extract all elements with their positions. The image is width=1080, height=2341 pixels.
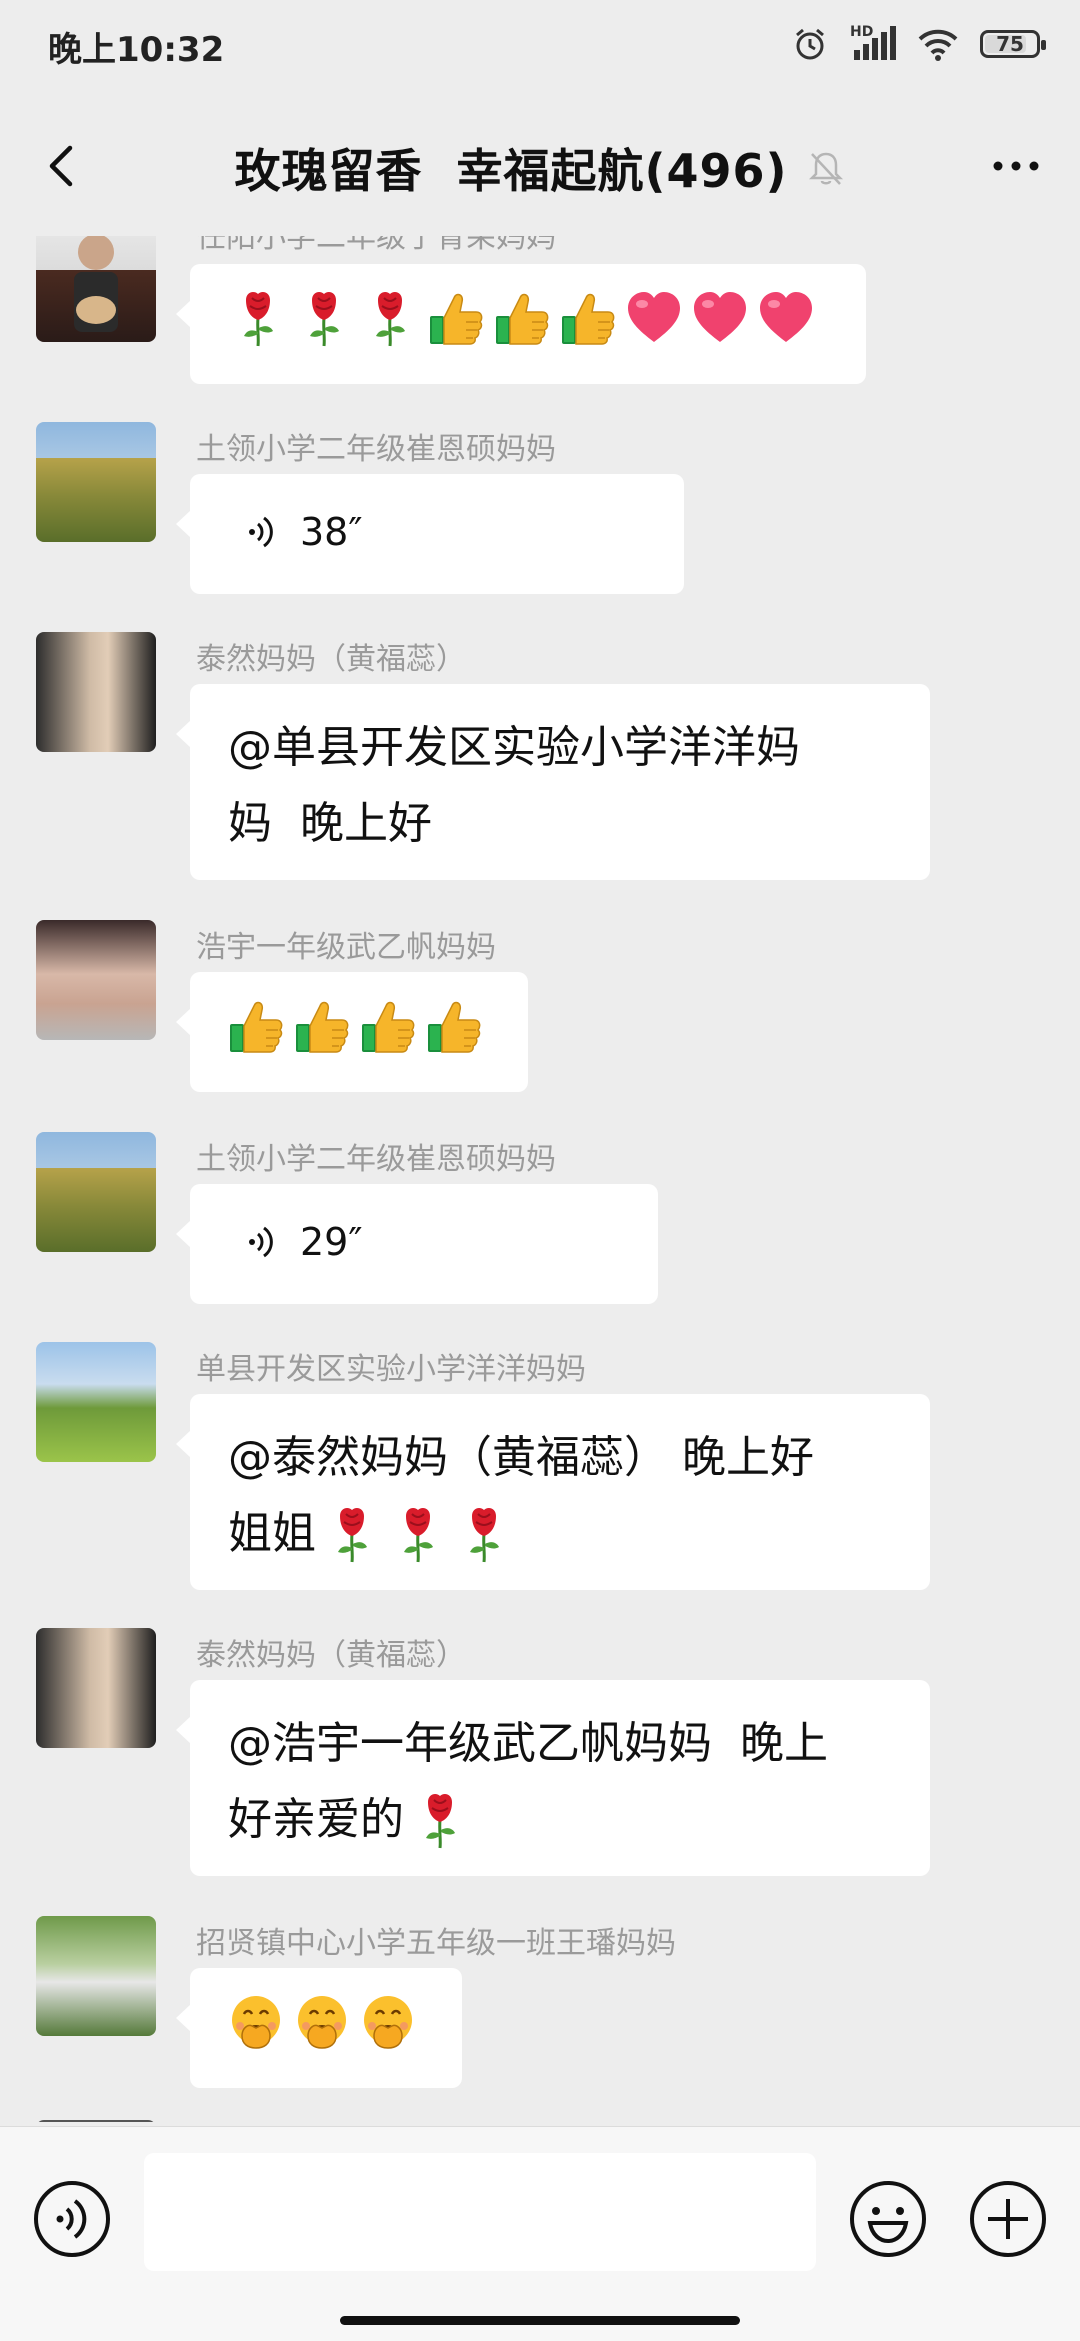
sender-name: 泰然妈妈（黄福蕊） bbox=[196, 1638, 466, 1673]
sender-name: 单县开发区实验小学洋洋妈妈 bbox=[196, 1352, 586, 1387]
voice-message: 29″ bbox=[242, 1208, 606, 1276]
message-bubble[interactable] bbox=[176, 1968, 462, 2088]
avatar[interactable] bbox=[36, 2120, 156, 2122]
emoji-row bbox=[226, 992, 492, 1060]
chat-title-wrap: 玫瑰留香 幸福起航(496) bbox=[0, 136, 1080, 200]
rose-emoji-icon bbox=[410, 1790, 470, 1850]
shushing-face-icon bbox=[292, 1992, 352, 2052]
heart-icon bbox=[690, 288, 750, 348]
voice-playback-icon bbox=[242, 1222, 282, 1262]
avatar[interactable] bbox=[36, 1916, 156, 2036]
message-text-line: 妈 晚上好 bbox=[228, 798, 432, 849]
emoji-row bbox=[226, 1988, 426, 2056]
rose-emoji-icon bbox=[228, 288, 288, 348]
message-text-line: 姐姐 bbox=[228, 1508, 316, 1559]
message-bubble[interactable]: @浩宇一年级武乙帆妈妈 晚上 好亲爱的 bbox=[176, 1680, 930, 1876]
thumbs-up-icon bbox=[424, 996, 484, 1056]
smiley-icon[interactable] bbox=[848, 2179, 928, 2259]
avatar-child-image bbox=[74, 236, 118, 332]
signal-icon: HD bbox=[850, 24, 896, 62]
rose-emoji-icon bbox=[294, 288, 354, 348]
thumbs-up-icon bbox=[292, 996, 352, 1056]
voice-playback-icon bbox=[242, 512, 282, 552]
rose-emoji-icon bbox=[322, 1504, 382, 1564]
rose-emoji-icon bbox=[454, 1504, 514, 1564]
shushing-face-icon bbox=[358, 1992, 418, 2052]
status-time: 晚上10:32 bbox=[48, 30, 225, 70]
avatar[interactable] bbox=[36, 632, 156, 752]
plus-circle-icon[interactable] bbox=[968, 2179, 1048, 2259]
message-input[interactable] bbox=[144, 2153, 816, 2271]
wifi-icon bbox=[918, 29, 958, 61]
message-bubble[interactable] bbox=[176, 264, 866, 384]
thumbs-up-icon bbox=[226, 996, 286, 1056]
heart-icon bbox=[624, 288, 684, 348]
message-text-line: @浩宇一年级武乙帆妈妈 晚上 bbox=[228, 1718, 828, 1769]
message-text-line-with-emoji: 姐姐 bbox=[228, 1496, 892, 1572]
alarm-icon bbox=[796, 28, 824, 60]
thumbs-up-icon bbox=[492, 288, 552, 348]
message-bubble[interactable] bbox=[176, 972, 528, 1092]
avatar[interactable] bbox=[36, 422, 156, 542]
thumbs-up-icon bbox=[426, 288, 486, 348]
thumbs-up-icon bbox=[558, 288, 618, 348]
rose-emoji-icon bbox=[360, 288, 420, 348]
avatar[interactable] bbox=[36, 920, 156, 1040]
battery-level: 75 bbox=[996, 32, 1024, 56]
sender-name: 招贤镇中心小学五年级一班王璠妈妈 bbox=[196, 1926, 676, 1961]
shushing-face-icon bbox=[226, 1992, 286, 2052]
avatar[interactable] bbox=[36, 236, 156, 342]
message-text-line: 好亲爱的 bbox=[228, 1794, 404, 1845]
home-indicator bbox=[340, 2316, 740, 2325]
message-bubble[interactable]: @单县开发区实验小学洋洋妈 妈 晚上好 bbox=[176, 684, 930, 880]
voice-message-bubble[interactable]: 38″ bbox=[176, 474, 684, 594]
voice-duration: 38″ bbox=[300, 510, 363, 554]
status-bar: 晚上10:32 HD 75 bbox=[0, 0, 1080, 92]
voice-message: 38″ bbox=[242, 498, 632, 566]
voice-input-icon[interactable] bbox=[32, 2179, 112, 2259]
input-bar bbox=[0, 2126, 1080, 2341]
sender-name: 任阳小学二年级于青朵妈妈 bbox=[196, 236, 556, 255]
emoji-row bbox=[228, 284, 828, 352]
avatar[interactable] bbox=[36, 1132, 156, 1252]
message-text-line-with-emoji: 好亲爱的 bbox=[228, 1782, 892, 1858]
voice-message-bubble[interactable]: 29″ bbox=[176, 1184, 658, 1304]
sender-name: 浩宇一年级武乙帆妈妈 bbox=[196, 930, 496, 965]
sender-name: 土领小学二年级崔恩硕妈妈 bbox=[196, 1142, 556, 1177]
avatar[interactable] bbox=[36, 1342, 156, 1462]
chat-title[interactable]: 玫瑰留香 幸福起航(496) bbox=[234, 135, 787, 201]
more-dots-icon[interactable] bbox=[986, 144, 1046, 188]
message-text-line: @泰然妈妈（黄福蕊） 晚上好 bbox=[228, 1432, 814, 1483]
sender-name: 土领小学二年级崔恩硕妈妈 bbox=[196, 432, 556, 467]
message-bubble[interactable]: @泰然妈妈（黄福蕊） 晚上好 姐姐 bbox=[176, 1394, 930, 1590]
title-bar: 玫瑰留香 幸福起航(496) bbox=[0, 100, 1080, 240]
voice-duration: 29″ bbox=[300, 1220, 363, 1264]
bell-muted-icon bbox=[808, 152, 843, 185]
thumbs-up-icon bbox=[358, 996, 418, 1056]
rose-emoji-icon bbox=[388, 1504, 448, 1564]
message-list[interactable]: 任阳小学二年级于青朵妈妈 土领小学二年级崔恩硕妈妈 38″ 泰然妈妈（黄福蕊） … bbox=[0, 236, 1080, 2122]
avatar[interactable] bbox=[36, 1628, 156, 1748]
status-icons: HD 75 bbox=[792, 22, 1046, 66]
message-text-line: @单县开发区实验小学洋洋妈 bbox=[228, 722, 800, 773]
heart-icon bbox=[756, 288, 816, 348]
battery-icon: 75 bbox=[980, 30, 1046, 58]
sender-name: 泰然妈妈（黄福蕊） bbox=[196, 642, 466, 677]
